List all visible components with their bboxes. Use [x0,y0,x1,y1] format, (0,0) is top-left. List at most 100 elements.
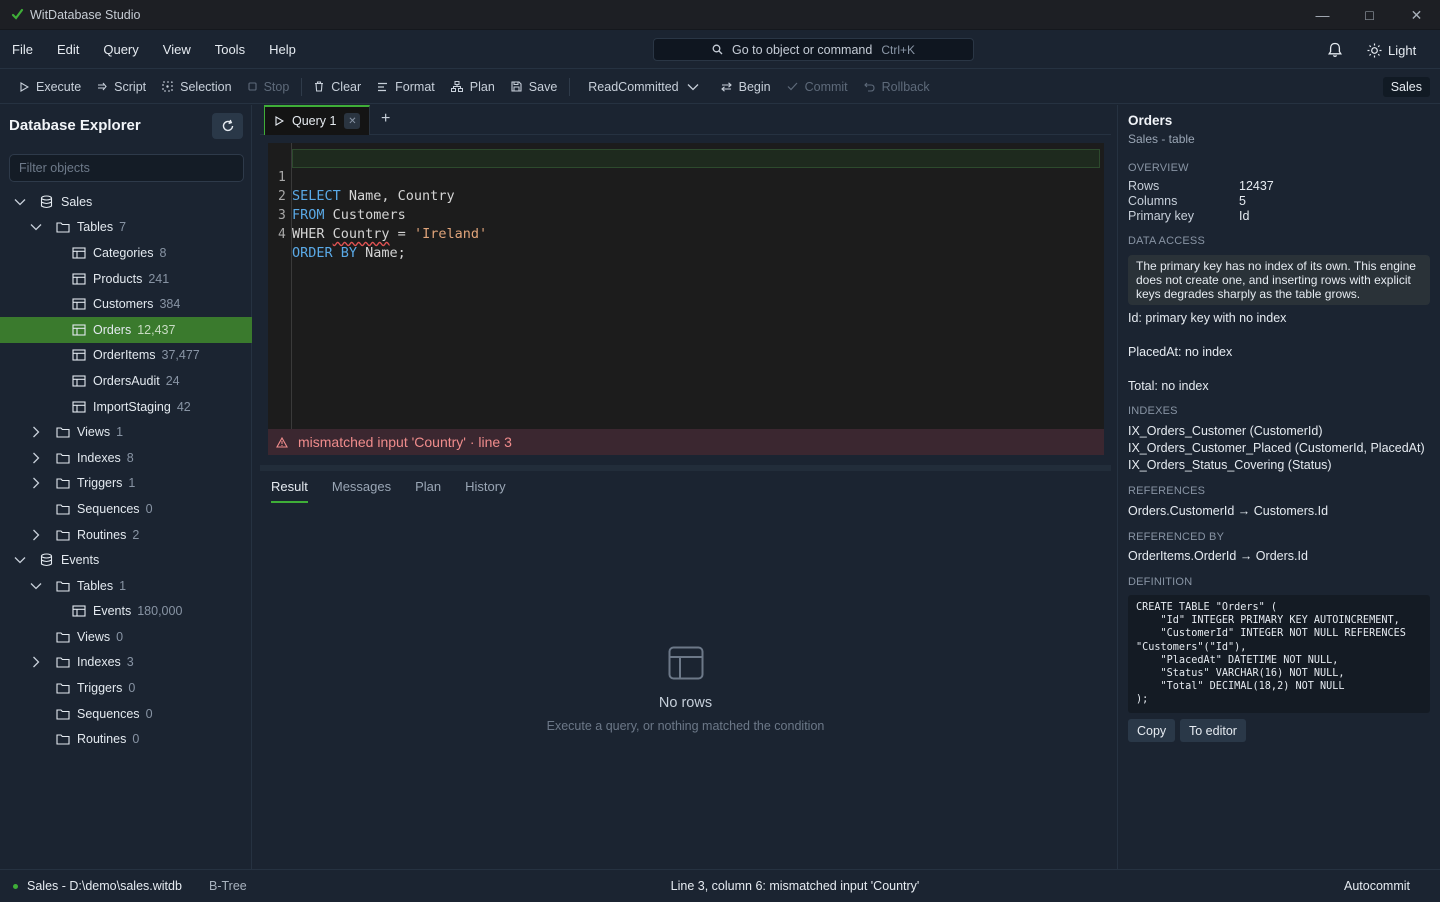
minimize-icon[interactable]: — [1299,0,1346,30]
tree-node[interactable]: Categories 8 [0,240,252,266]
tree-node[interactable]: Events [0,547,252,573]
tree-node[interactable]: Triggers 1 [0,471,252,497]
referenced-by-item[interactable]: OrderItems.OrderId → Orders.Id [1128,549,1308,563]
play-icon [20,81,29,92]
command-palette-label: Go to object or command [731,42,873,57]
tree-node-count: 1 [119,578,127,593]
tree-node[interactable]: Sequences 0 [0,496,252,522]
chevron-down-icon[interactable] [30,221,42,233]
isolation-level-value: ReadCommitted [588,79,679,94]
tab-history[interactable]: History [465,471,505,503]
tree-node-label: Indexes 8 [77,451,134,465]
sidebar-title: Database Explorer [9,117,141,134]
chevron-right-icon[interactable] [30,426,42,438]
folder-icon [55,732,70,747]
index-item[interactable]: IX_Orders_Customer_Placed (CustomerId, P… [1128,441,1425,455]
tree-node[interactable]: Orders 12,437 [0,316,252,343]
tree-node[interactable]: Sequences 0 [0,701,252,727]
chevron-right-icon[interactable] [30,452,42,464]
keyword: ORDER BY [292,245,358,261]
object-tree: Sales Tables 7 Categories 8 Products 241 Custom… [0,189,252,752]
index-item[interactable]: IX_Orders_Status_Covering (Status) [1128,458,1332,472]
tree-node[interactable]: Indexes 8 [0,445,252,471]
tree-node[interactable]: ImportStaging 42 [0,394,252,420]
script-icon [98,82,107,90]
begin-button[interactable]: Begin [713,70,779,104]
tab-plan[interactable]: Plan [415,471,441,503]
status-message: Line 3, column 6: mismatched input 'Coun… [670,879,920,893]
chevron-right-icon[interactable] [30,656,42,668]
tree-node-label: Triggers 0 [77,681,135,695]
to-editor-button[interactable]: To editor [1180,719,1246,742]
menu-query[interactable]: Query [91,30,150,69]
stop-button[interactable]: Stop [240,70,298,104]
inspector-subtitle: Sales - table [1128,132,1195,146]
isolation-level-select[interactable]: ReadCommitted [574,80,712,94]
add-tab-button[interactable]: + [381,110,390,128]
tree-node[interactable]: Routines 0 [0,726,252,752]
tree-node[interactable]: Tables 1 [0,573,252,599]
tree-node[interactable]: Customers 384 [0,291,252,317]
menu-help[interactable]: Help [257,30,308,69]
table-icon [71,373,86,388]
clear-button[interactable]: Clear [306,70,369,104]
chevron-down-icon[interactable] [14,196,26,208]
columns-value: 5 [1239,194,1246,208]
transaction-mode[interactable]: Autocommit [1344,879,1410,893]
save-button[interactable]: Save [503,70,566,104]
menu-view[interactable]: View [151,30,203,69]
tree-node[interactable]: Views 0 [0,624,252,650]
code-editor[interactable]: 1 SELECT Name, Country 2 FROM Customers … [268,143,1104,429]
menu-tools[interactable]: Tools [203,30,257,69]
chevron-right-icon[interactable] [30,477,42,489]
refresh-button[interactable] [212,113,243,139]
menu-edit[interactable]: Edit [45,30,91,69]
folder-icon [55,425,70,440]
chevron-right-icon[interactable] [30,529,42,541]
tree-node[interactable]: Sales [0,189,252,215]
close-tab-icon[interactable]: ✕ [344,113,361,129]
reference-item[interactable]: Orders.CustomerId → Customers.Id [1128,504,1328,518]
trash-icon [315,81,324,92]
chevron-down-icon[interactable] [14,554,26,566]
maximize-icon[interactable]: □ [1346,0,1393,30]
index-item[interactable]: IX_Orders_Customer (CustomerId) [1128,424,1323,438]
tree-node[interactable]: Tables 7 [0,215,252,241]
folder-icon [55,501,70,516]
active-database-chip[interactable]: Sales [1382,77,1430,97]
menu-file[interactable]: File [0,30,45,69]
folder-icon [55,476,70,491]
tree-node-name: Triggers [77,476,123,491]
plan-button[interactable]: Plan [443,70,503,104]
tree-node[interactable]: Indexes 3 [0,650,252,676]
script-button[interactable]: Script [89,70,154,104]
menu-bar: File Edit Query View Tools Help Go to ob… [0,30,1440,69]
filter-objects-input[interactable] [9,154,244,182]
tree-node[interactable]: Events 180,000 [0,599,252,625]
tree-node-label: Routines 0 [77,732,139,746]
tree-node[interactable]: Routines 2 [0,522,252,548]
chevron-down-icon[interactable] [30,580,42,592]
tree-node-name: Routines [77,527,127,542]
empty-state: No rows Execute a query, or nothing matc… [260,646,1111,733]
table-icon [71,245,86,260]
bell-icon[interactable] [1326,41,1344,59]
theme-toggle[interactable]: Light [1367,39,1416,61]
close-icon[interactable]: ✕ [1393,0,1440,30]
tab-query-1[interactable]: Query 1 ✕ [264,105,370,135]
commit-button[interactable]: Commit [779,70,856,104]
code-line: 1 SELECT Name, Country [268,149,455,204]
tab-messages[interactable]: Messages [332,471,391,503]
format-button[interactable]: Format [369,70,443,104]
tab-result[interactable]: Result [271,471,308,503]
tree-node[interactable]: Products 241 [0,266,252,292]
copy-button[interactable]: Copy [1128,719,1176,742]
tree-node[interactable]: Triggers 0 [0,675,252,701]
command-palette[interactable]: Go to object or command Ctrl+K [653,38,974,61]
tree-node[interactable]: Views 1 [0,419,252,445]
execute-button[interactable]: Execute [12,70,89,104]
tree-node[interactable]: OrdersAudit 24 [0,368,252,394]
rollback-button[interactable]: Rollback [856,70,938,104]
tree-node[interactable]: OrderItems 37,477 [0,343,252,369]
selection-button[interactable]: Selection [154,70,239,104]
